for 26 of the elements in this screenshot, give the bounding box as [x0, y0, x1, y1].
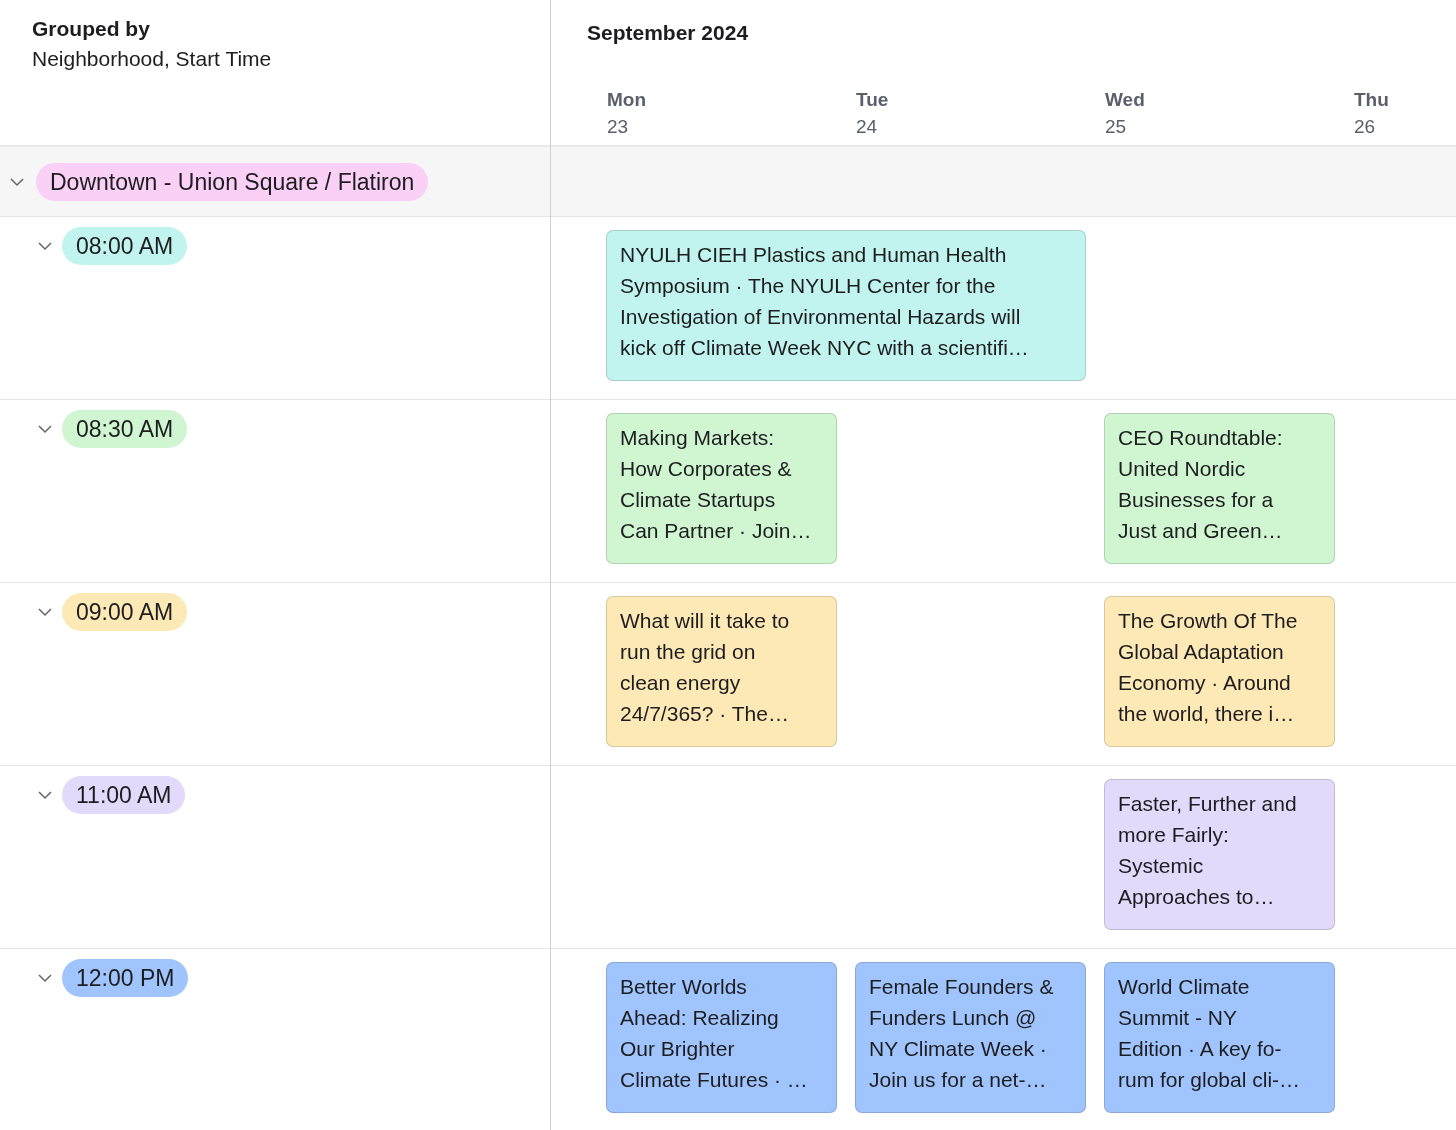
time-label: 11:00 AM: [62, 776, 186, 814]
time-label: 12:00 PM: [62, 959, 189, 997]
event-card[interactable]: World Climate Summit - NY Edition · A key fo- rum for global cli-…: [1104, 962, 1335, 1113]
group-label: Downtown - Union Square / Flatiron: [36, 162, 429, 201]
time-label: 09:00 AM: [62, 593, 188, 631]
date-label: 23: [607, 115, 630, 139]
date-label: 26: [1354, 115, 1377, 139]
grouping-fields: Neighborhood, Start Time: [32, 44, 518, 74]
date-label: 24: [856, 115, 879, 139]
month-title: September 2024: [587, 20, 750, 46]
event-card[interactable]: Female Founders & Funders Lunch @ NY Climate Week · Join us for a net-…: [855, 962, 1086, 1113]
time-label: 08:00 AM: [62, 227, 188, 265]
grouping-title: Grouped by: [32, 16, 151, 42]
event-card[interactable]: Better Worlds Ahead: Realizing Our Brighter Climate Futures · …: [606, 962, 837, 1113]
weekday-label: Thu: [1354, 88, 1390, 112]
weekday-label: Wed: [1105, 88, 1146, 112]
date-label: 25: [1105, 115, 1128, 139]
event-card[interactable]: The Growth Of The Global Adaptation Economy · Around the world, there i…: [1104, 596, 1335, 747]
time-label: 08:30 AM: [62, 410, 188, 448]
event-card[interactable]: Making Markets: How Corporates & Climate Startups Can Partner · Join…: [606, 413, 837, 564]
weekday-label: Tue: [856, 88, 890, 112]
event-card[interactable]: NYULH CIEH Plastics and Human Health Symposium · The NYULH Center for the Investigation of Environmental Hazards will kick off Climate Week NYC with a scientifi…: [606, 230, 1086, 381]
event-card[interactable]: CEO Roundtable: United Nordic Businesses for a Just and Green…: [1104, 413, 1335, 564]
event-card[interactable]: What will it take to run the grid on clean energy 24/7/365? · The…: [606, 596, 837, 747]
weekday-label: Mon: [607, 88, 648, 112]
event-card[interactable]: Faster, Further and more Fairly: Systemic Approaches to…: [1104, 779, 1335, 930]
